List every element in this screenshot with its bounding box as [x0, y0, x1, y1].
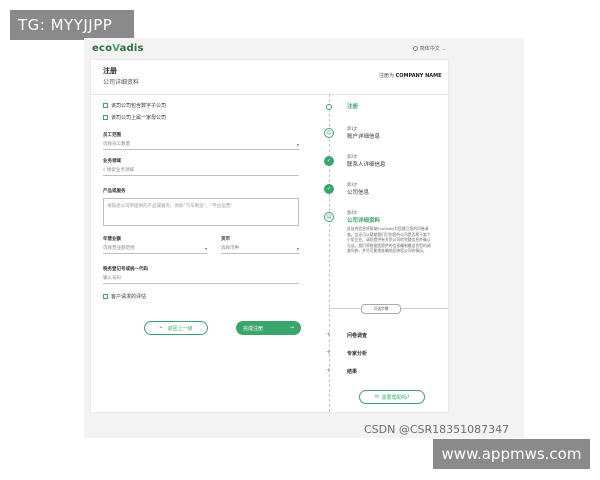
csdn-watermark: CSDN @CSR18351087347 [364, 423, 510, 436]
user-icon: ☺ [324, 128, 334, 138]
globe-icon [412, 46, 418, 51]
language-label: 简体中文 [419, 46, 440, 52]
currency-label: 货币 [221, 237, 230, 242]
step-3-name: 公司信息 [347, 190, 370, 196]
back-button-label: 返回上一级 [167, 325, 193, 332]
card-header: 注册 公司详细资料 注册为 COMPANY NAME [91, 60, 448, 95]
plus-icon: + [326, 367, 332, 374]
step-2-name: 联系人详细信息 [347, 162, 386, 168]
help-button-label: 需要帮助吗? [381, 394, 410, 401]
chevron-down-icon: ⌄ [441, 45, 446, 52]
page-title: 注册 [103, 67, 117, 75]
employee-range-select[interactable]: 选择员工数量 ▾ [103, 140, 299, 150]
subsidiaries-checkbox[interactable] [103, 103, 108, 108]
language-selector[interactable]: 简体中文 ⌄ [412, 45, 446, 52]
registered-as: 注册为 COMPANY NAME [379, 73, 442, 79]
check-icon: ✓ [324, 156, 334, 166]
top-bar: ecoVadis 简体中文 ⌄ [84, 38, 524, 60]
page-subtitle: 公司详细资料 [103, 79, 140, 86]
subsidiaries-checkbox-label: 该司公司包含数字子公司 [111, 103, 167, 109]
step-1-name: 账户详细信息 [347, 134, 381, 140]
industry-placeholder: 搜索业务领域 [106, 168, 134, 173]
check-icon: ✓ [324, 184, 334, 194]
client-review-checkbox-row[interactable]: 客户请求的评估 [103, 293, 146, 300]
caret-down-icon: ▾ [296, 142, 299, 147]
steps-sidebar: 注册 ☺ 第1步 账户详细信息 ✓ 第2步 联系人详细信息 ✓ 第3步 公司信息… [324, 94, 448, 412]
plus-icon: + [326, 331, 332, 338]
document-icon: ▤ [324, 212, 334, 222]
tax-id-input[interactable]: 输入号码 [103, 274, 299, 284]
revenue-label: 年营业额 [103, 237, 121, 242]
site-watermark: www.appmws.com [433, 439, 590, 469]
parent-company-checkbox[interactable] [103, 115, 108, 120]
client-review-checkbox-label: 客户请求的评估 [111, 294, 147, 300]
caret-down-icon: ▾ [296, 246, 299, 251]
caret-down-icon: ▾ [204, 246, 207, 251]
parent-company-checkbox-row[interactable]: 该司公司上属一家母公司 [103, 114, 166, 121]
step-description: 此处的信息将帮助EcoVadis为您建立您的问卷调查。这还可以帮助我们识别您的公… [347, 226, 431, 253]
tax-id-label: 税务登记号或统一代码 [103, 267, 148, 272]
step-register-label: 注册 [347, 104, 359, 110]
employee-range-value: 选择员工数量 [103, 142, 130, 147]
products-textarea[interactable]: 请描述公司所提供的产品或服务。例如"汽车制造"、"平台运营" [103, 198, 299, 226]
app-screenshot: ecoVadis 简体中文 ⌄ 注册 公司详细资料 注册为 COMPANY NA… [84, 38, 524, 438]
search-icon: ⌕ [103, 168, 106, 173]
products-label: 产品或服务 [103, 189, 126, 194]
plus-icon: + [326, 349, 332, 356]
tg-overlay-tag: TG: MYYJJPP [10, 10, 134, 40]
client-review-checkbox[interactable] [103, 294, 108, 299]
industry-search-input[interactable]: ⌕ 搜索业务领域 [103, 166, 299, 176]
back-button[interactable]: ← 返回上一级 [144, 321, 208, 335]
employee-range-label: 员工范围 [103, 133, 121, 138]
chat-icon: ✉ [374, 394, 379, 400]
optional-steps-badge: 可选步骤 [361, 304, 401, 314]
industry-label: 业务领域 [103, 159, 121, 164]
arrow-right-icon: → [289, 325, 294, 331]
currency-value: 选择币种 [221, 246, 239, 251]
step-4-name: 公司详细资料 [347, 218, 381, 224]
step-dot-icon [326, 104, 332, 110]
complete-button-label: 完成注册 [243, 325, 264, 332]
revenue-value: 选择营业额范围 [103, 246, 135, 251]
revenue-select[interactable]: 选择营业额范围 ▾ [103, 244, 207, 254]
currency-select[interactable]: 选择币种 ▾ [221, 244, 299, 254]
registration-card: 注册 公司详细资料 注册为 COMPANY NAME 该司公司包含数字子公司 该… [91, 60, 448, 412]
arrow-left-icon: ← [159, 325, 164, 331]
complete-registration-button[interactable]: 完成注册 → [236, 321, 301, 335]
tax-id-placeholder: 输入号码 [103, 276, 121, 281]
subsidiaries-checkbox-row[interactable]: 该司公司包含数字子公司 [103, 102, 166, 109]
ecovadis-logo: ecoVadis [92, 43, 144, 54]
help-button[interactable]: ✉ 需要帮助吗? [359, 390, 425, 404]
parent-company-checkbox-label: 该司公司上属一家母公司 [111, 115, 167, 121]
